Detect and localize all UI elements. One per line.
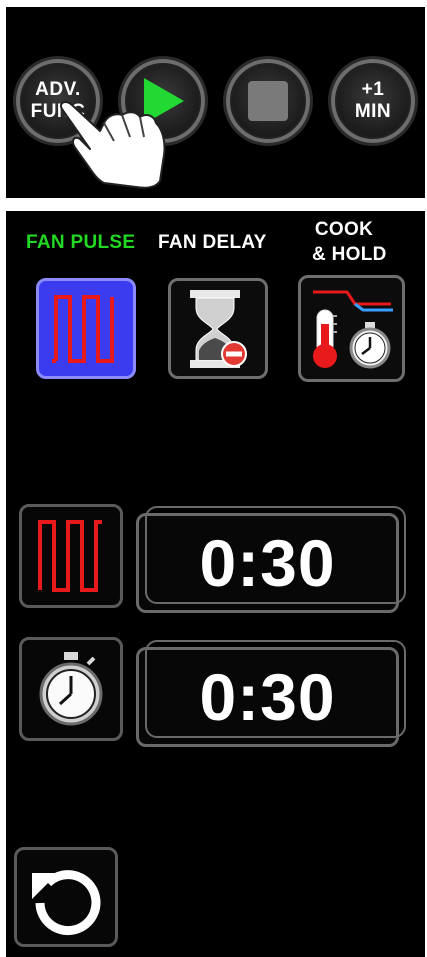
pulse-time-field[interactable]: 0:30 xyxy=(136,506,406,613)
tapping-hand-icon xyxy=(60,101,166,189)
control-strip: ADV. FUNC +1 MIN xyxy=(6,7,425,198)
plus-one-label-2: MIN xyxy=(354,101,392,122)
reset-icon xyxy=(32,870,101,936)
hourglass-icon xyxy=(190,289,247,368)
pulse-wave-icon xyxy=(52,294,114,363)
adv-func-label-1: ADV. xyxy=(35,79,81,100)
stop-icon xyxy=(248,81,288,121)
thermometer-stopwatch-icon xyxy=(312,290,393,368)
cook-hold-button[interactable] xyxy=(298,275,405,382)
cook-hold-label-2: & HOLD xyxy=(312,244,387,265)
plus-one-label-1: +1 xyxy=(361,79,385,100)
stopwatch-icon xyxy=(39,652,103,726)
timer-time-value: 0:30 xyxy=(199,660,336,734)
cook-hold-label-1: COOK xyxy=(314,219,374,240)
reset-button[interactable] xyxy=(14,847,118,947)
fan-delay-label: FAN DELAY xyxy=(158,232,267,253)
pulse-wave-icon xyxy=(38,520,102,592)
cook-hold-label: COOK & HOLD xyxy=(312,217,387,267)
pulse-time-value: 0:30 xyxy=(199,526,336,600)
fan-pulse-button[interactable] xyxy=(36,278,136,379)
fan-pulse-label: FAN PULSE xyxy=(26,232,136,253)
settings-panel: FAN PULSE FAN DELAY COOK & HOLD 0:30 0:3… xyxy=(6,211,425,957)
timer-setting-icon xyxy=(19,637,123,741)
timer-time-field[interactable]: 0:30 xyxy=(136,640,406,747)
fan-delay-button[interactable] xyxy=(168,278,268,379)
plus-one-minute-button[interactable]: +1 MIN xyxy=(331,59,415,143)
stop-button[interactable] xyxy=(226,59,310,143)
pulse-setting-icon xyxy=(19,504,123,608)
